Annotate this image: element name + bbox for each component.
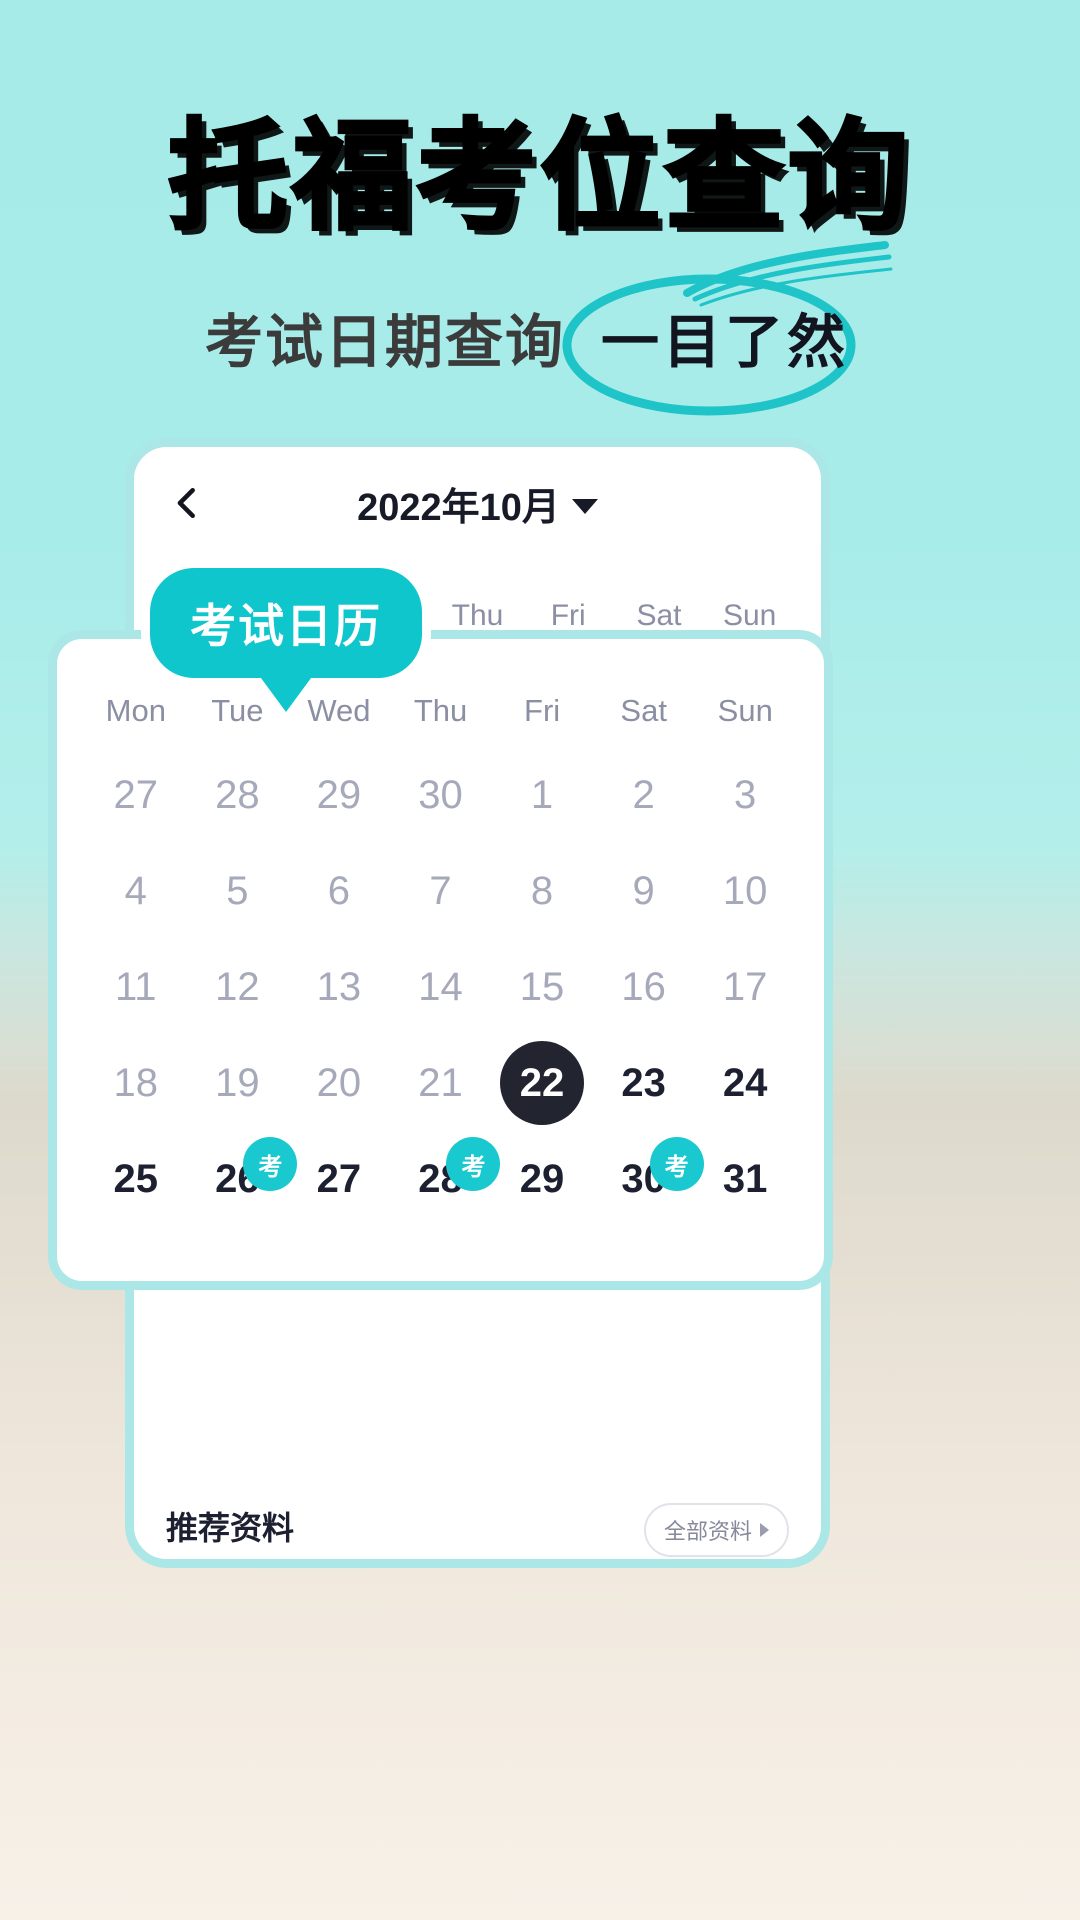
all-materials-label: 全部资料 bbox=[663, 1519, 752, 1544]
day-number: 5 bbox=[226, 868, 249, 913]
day-number: 12 bbox=[215, 964, 260, 1009]
day-number: 18 bbox=[113, 1060, 159, 1105]
calendar-day-grid[interactable]: 27 28 29 30 1 2 3 4 5 6 7 8 9 10 11 12 13 14 15 16 17 18 19 20 2… bbox=[85, 747, 796, 1227]
calendar-day-cell[interactable]: 23 bbox=[593, 1035, 695, 1131]
day-number: 20 bbox=[316, 1060, 362, 1105]
calendar-day-cell[interactable]: 27 bbox=[85, 747, 187, 843]
calendar-day-cell[interactable]: 12 bbox=[187, 939, 289, 1035]
tooltip-label: 考试日历 bbox=[190, 600, 382, 652]
calendar-day-cell[interactable]: 16 bbox=[593, 939, 695, 1035]
calendar-day-cell[interactable]: 9 bbox=[593, 843, 695, 939]
calendar-day-cell[interactable]: 29 bbox=[288, 747, 390, 843]
day-number: 16 bbox=[621, 964, 666, 1009]
day-number: 30 bbox=[418, 772, 463, 817]
day-number: 25 bbox=[113, 1156, 159, 1201]
calendar-day-cell[interactable]: 30 考 bbox=[593, 1131, 704, 1227]
day-number: 27 bbox=[316, 1156, 362, 1201]
calendar-day-cell[interactable]: 22 bbox=[491, 1035, 593, 1131]
weekday-mon: Mon bbox=[105, 693, 166, 728]
chevron-right-icon bbox=[760, 1523, 769, 1537]
exam-calendar-popup: Mon Tue Wed Thu Fri Sat Sun 27 28 29 30 1 2 3 4… bbox=[48, 630, 833, 1290]
calendar-day-cell[interactable]: 13 bbox=[288, 939, 390, 1035]
day-number: 14 bbox=[418, 964, 463, 1009]
page-title: 托福考位查询 bbox=[167, 108, 912, 247]
calendar-day-cell[interactable]: 14 bbox=[390, 939, 492, 1035]
caret-down-icon bbox=[571, 498, 598, 514]
day-number: 10 bbox=[722, 868, 768, 913]
day-number: 9 bbox=[632, 868, 655, 913]
bg-weekday-sun: Sun bbox=[722, 599, 777, 632]
weekday-sat: Sat bbox=[620, 693, 667, 728]
day-number: 13 bbox=[316, 964, 362, 1009]
weekday-fri: Fri bbox=[524, 693, 561, 728]
day-number: 24 bbox=[722, 1060, 768, 1105]
day-number: 31 bbox=[722, 1156, 768, 1201]
calendar-day-cell[interactable]: 28 考 bbox=[390, 1131, 501, 1227]
day-number: 15 bbox=[519, 964, 565, 1009]
day-number: 6 bbox=[327, 868, 351, 913]
calendar-day-cell[interactable]: 15 bbox=[491, 939, 593, 1035]
hero-subtitle-row: 考试日期查询 一目了然 bbox=[0, 241, 1080, 416]
day-number: 4 bbox=[124, 868, 147, 913]
calendar-day-cell[interactable]: 1 bbox=[491, 747, 593, 843]
calendar-weekday-row: Mon Tue Wed Thu Fri Sat Sun bbox=[85, 693, 796, 729]
calendar-day-cell[interactable]: 25 bbox=[85, 1131, 187, 1227]
day-number: 17 bbox=[722, 964, 768, 1009]
calendar-day-cell[interactable]: 28 bbox=[187, 747, 289, 843]
calendar-day-cell[interactable]: 17 bbox=[694, 939, 796, 1035]
day-number: 8 bbox=[530, 868, 554, 913]
calendar-day-cell[interactable]: 10 bbox=[694, 843, 796, 939]
calendar-day-cell[interactable]: 8 bbox=[491, 843, 593, 939]
calendar-day-cell[interactable]: 7 bbox=[390, 843, 492, 939]
hero-subtitle-right: 一目了然 bbox=[601, 310, 850, 375]
calendar-day-cell[interactable]: 21 bbox=[390, 1035, 492, 1131]
selected-day: 22 bbox=[500, 1041, 585, 1125]
calendar-day-cell[interactable]: 24 bbox=[694, 1035, 796, 1131]
calendar-day-cell[interactable]: 27 bbox=[288, 1131, 390, 1227]
bg-weekday-fri: Fri bbox=[550, 599, 586, 632]
recommend-section: 推荐资料 全套托福学习资料 全部资料 托福词汇精选PDF bbox=[134, 1489, 821, 1559]
hero-subtitle-highlight: 一目了然 bbox=[562, 241, 893, 416]
day-number: 7 bbox=[429, 868, 452, 913]
calendar-day-cell[interactable]: 30 bbox=[390, 747, 492, 843]
calendar-day-cell[interactable]: 5 bbox=[187, 843, 289, 939]
bg-weekday-thu: Thu bbox=[451, 599, 504, 632]
day-number: 29 bbox=[316, 772, 362, 817]
day-number: 1 bbox=[530, 772, 554, 817]
recommend-title: 推荐资料 bbox=[166, 1510, 295, 1546]
calendar-day-cell[interactable]: 11 bbox=[85, 939, 187, 1035]
month-label: 2022年10月 bbox=[357, 486, 560, 529]
calendar-day-cell[interactable]: 18 bbox=[85, 1035, 187, 1131]
day-number: 19 bbox=[215, 1060, 260, 1105]
calendar-day-cell[interactable]: 6 bbox=[288, 843, 390, 939]
day-number: 29 bbox=[519, 1156, 565, 1201]
all-materials-button[interactable]: 全部资料 bbox=[643, 1503, 789, 1557]
tooltip-tail bbox=[258, 674, 314, 712]
day-number: 28 bbox=[215, 772, 260, 817]
calendar-day-cell[interactable]: 3 bbox=[694, 747, 796, 843]
calendar-day-cell[interactable]: 2 bbox=[593, 747, 695, 843]
exam-calendar-tooltip: 考试日历 bbox=[150, 568, 422, 712]
calendar-day-cell[interactable]: 19 bbox=[187, 1035, 289, 1131]
recommend-titles: 推荐资料 全套托福学习资料 bbox=[166, 1503, 358, 1568]
calendar-day-cell[interactable]: 4 bbox=[85, 843, 187, 939]
day-number: 23 bbox=[621, 1060, 666, 1105]
recommend-subtitle: 全套托福学习资料 bbox=[166, 1559, 358, 1568]
calendar-day-cell[interactable]: 29 bbox=[491, 1131, 593, 1227]
day-number: 11 bbox=[115, 964, 157, 1009]
hero-subtitle-left: 考试日期查询 bbox=[204, 310, 565, 375]
weekday-sun: Sun bbox=[717, 693, 773, 728]
day-number: 2 bbox=[632, 772, 655, 817]
calendar-day-cell[interactable]: 31 bbox=[694, 1131, 796, 1227]
weekday-thu: Thu bbox=[413, 693, 468, 728]
recommend-header: 推荐资料 全套托福学习资料 全部资料 bbox=[166, 1489, 789, 1568]
day-number: 27 bbox=[113, 772, 159, 817]
day-number: 3 bbox=[734, 772, 757, 817]
month-selector[interactable]: 2022年10月 bbox=[134, 476, 821, 531]
bg-weekday-sat: Sat bbox=[636, 599, 682, 632]
calendar-day-cell[interactable]: 20 bbox=[288, 1035, 390, 1131]
calendar-header: 2022年10月 bbox=[134, 447, 821, 559]
day-number: 21 bbox=[418, 1060, 463, 1105]
calendar-day-cell[interactable]: 26 考 bbox=[187, 1131, 298, 1227]
